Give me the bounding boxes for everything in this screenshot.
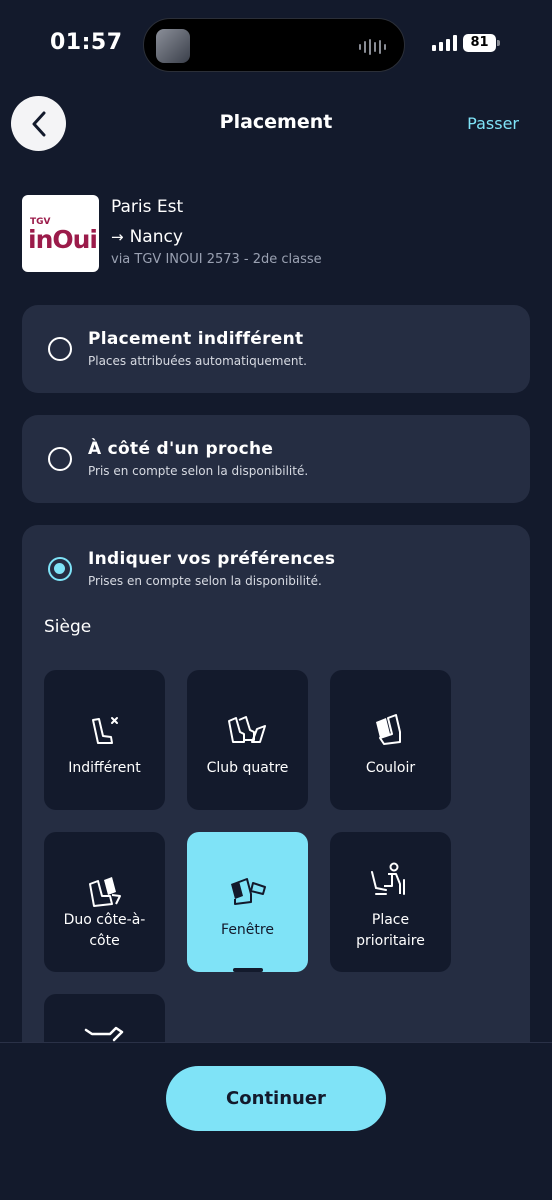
status-time: 01:57 bbox=[50, 30, 123, 55]
seat-option-window[interactable]: Fenêtre bbox=[187, 832, 308, 972]
seat-option-aisle[interactable]: Couloir bbox=[330, 670, 451, 810]
seat-duo-icon bbox=[89, 877, 121, 907]
radio-button[interactable] bbox=[48, 337, 72, 361]
seat-window-icon bbox=[231, 878, 266, 905]
trip-via: via TGV INOUI 2573 - 2de classe bbox=[111, 252, 322, 267]
option-title: Placement indifférent bbox=[88, 329, 304, 349]
seat-section-label: Siège bbox=[44, 617, 92, 637]
media-thumbnail bbox=[156, 29, 190, 63]
option-title: Indiquer vos préférences bbox=[88, 549, 336, 569]
radio-button-selected[interactable] bbox=[48, 557, 72, 581]
seat-club-icon bbox=[228, 716, 266, 743]
skip-link[interactable]: Passer bbox=[467, 114, 519, 133]
tgv-inoui-logo: TGV inOui bbox=[22, 195, 99, 272]
bottom-action-bar: Continuer bbox=[0, 1042, 552, 1200]
continue-button[interactable]: Continuer bbox=[166, 1066, 386, 1131]
seat-any-icon bbox=[92, 717, 118, 744]
seat-option-club-four[interactable]: Club quatre bbox=[187, 670, 308, 810]
option-subtitle: Pris en compte selon la disponibilité. bbox=[88, 464, 309, 478]
audio-wave-icon bbox=[359, 39, 386, 55]
battery-level: 81 bbox=[463, 34, 496, 52]
priority-seat-icon bbox=[371, 862, 405, 895]
option-subtitle: Places attribuées automatiquement. bbox=[88, 354, 307, 368]
option-title: À côté d'un proche bbox=[88, 439, 274, 459]
seat-option-any[interactable]: Indifférent bbox=[44, 670, 165, 810]
option-subtitle: Prises en compte selon la disponibilité. bbox=[88, 574, 322, 588]
battery-icon: 81 bbox=[463, 34, 501, 52]
seat-option-duo-side-by-side[interactable]: Duo côte-à- côte bbox=[44, 832, 165, 972]
option-next-to-companion[interactable]: À côté d'un proche Pris en compte selon … bbox=[22, 415, 530, 503]
selected-indicator bbox=[233, 968, 263, 972]
trip-origin: Paris Est bbox=[111, 197, 184, 217]
seat-option-priority[interactable]: Place prioritaire bbox=[330, 832, 451, 972]
cellular-signal-icon bbox=[432, 35, 457, 51]
radio-button[interactable] bbox=[48, 447, 72, 471]
arrow-right-icon: → bbox=[111, 228, 124, 246]
dynamic-island bbox=[143, 18, 405, 72]
status-bar: 01:57 81 bbox=[0, 0, 552, 90]
option-placement-indifferent[interactable]: Placement indifférent Places attribuées … bbox=[22, 305, 530, 393]
option-preferences[interactable]: Indiquer vos préférences Prises en compt… bbox=[22, 525, 530, 1134]
seat-aisle-icon bbox=[376, 714, 401, 745]
trip-destination: → Nancy bbox=[111, 227, 183, 247]
